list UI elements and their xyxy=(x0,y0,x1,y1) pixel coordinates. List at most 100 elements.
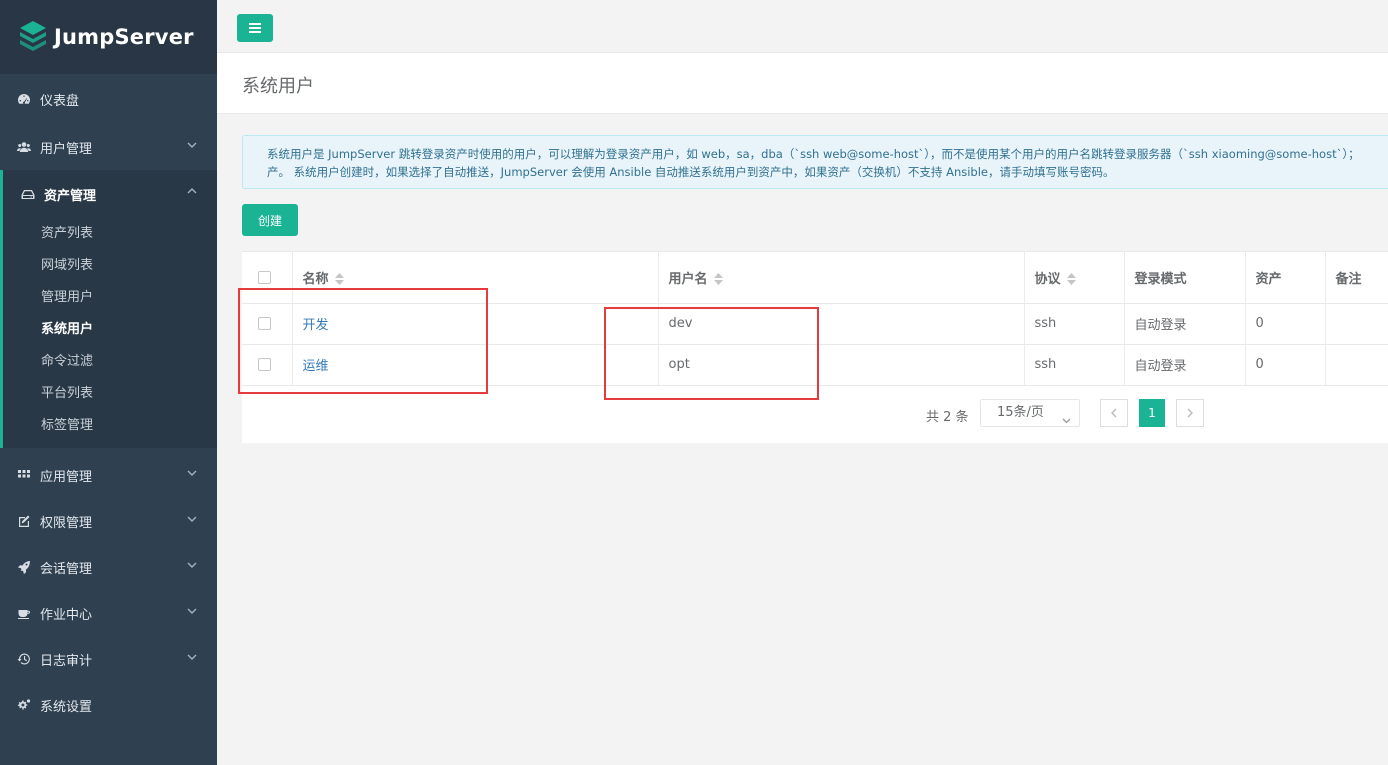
system-users-table: 名称 用户名 协议 登录模式 资产 备注 开发 dev ssh 自动登录 0 运… xyxy=(242,252,1388,386)
page-size-select[interactable]: 15条/页 xyxy=(980,399,1080,427)
sidebar-item-label: 会话管理 xyxy=(40,561,93,577)
sidebar-item-audit-logs[interactable]: 日志审计 xyxy=(0,636,217,682)
chevron-down-icon xyxy=(187,467,197,477)
chevron-down-icon xyxy=(187,559,197,569)
chevron-down-icon xyxy=(187,513,197,523)
column-header-assets: 资产 xyxy=(1245,252,1326,304)
cell-login-mode: 自动登录 xyxy=(1124,303,1246,345)
chevron-down-icon xyxy=(1062,409,1071,424)
chevron-down-icon xyxy=(187,139,197,149)
sidebar-subitem-domain-list[interactable]: 网域列表 xyxy=(3,250,217,282)
sort-icon[interactable] xyxy=(713,273,723,286)
sort-icon[interactable] xyxy=(1066,273,1076,286)
sidebar-item-label: 资产管理 xyxy=(44,188,97,204)
sidebar-subitem-label-management[interactable]: 标签管理 xyxy=(3,410,217,442)
cogs-icon xyxy=(17,698,31,712)
cell-comment xyxy=(1325,344,1388,386)
chevron-right-icon xyxy=(1187,408,1193,418)
grid-icon xyxy=(17,468,31,482)
row-select-cell xyxy=(242,303,293,345)
pagination-total: 共 2 条 xyxy=(926,410,969,425)
sidebar-item-label: 用户管理 xyxy=(40,141,93,157)
select-all-checkbox[interactable] xyxy=(258,270,271,284)
sidebar-item-applications[interactable]: 应用管理 xyxy=(0,452,217,498)
sidebar-sublist-assets: 资产列表 网域列表 管理用户 系统用户 命令过滤 平台列表 标签管理 xyxy=(3,218,217,448)
rocket-icon xyxy=(17,560,31,574)
sort-icon[interactable] xyxy=(334,273,344,286)
users-icon xyxy=(17,140,31,154)
info-text-line-2: 产。 系统用户创建时，如果选择了自动推送，JumpServer 会使用 Ansi… xyxy=(267,165,1115,179)
sidebar-item-settings[interactable]: 系统设置 xyxy=(0,682,217,728)
hdd-icon xyxy=(21,187,35,201)
sidebar-subitem-admin-users[interactable]: 管理用户 xyxy=(3,282,217,314)
cell-username: dev xyxy=(658,303,1025,345)
cell-comment xyxy=(1325,303,1388,345)
table-row: 运维 opt ssh 自动登录 0 xyxy=(242,344,1388,386)
table-row: 开发 dev ssh 自动登录 0 xyxy=(242,303,1388,345)
chevron-down-icon xyxy=(187,605,197,615)
sidebar-item-label: 系统设置 xyxy=(40,699,93,715)
top-navbar xyxy=(217,0,1388,53)
sidebar-item-users[interactable]: 用户管理 xyxy=(0,124,217,170)
column-header-comment: 备注 xyxy=(1325,252,1388,304)
cell-assets: 0 xyxy=(1245,303,1326,345)
column-header-login-mode: 登录模式 xyxy=(1124,252,1246,304)
next-page-button[interactable] xyxy=(1176,399,1204,427)
column-header-label: 用户名 xyxy=(668,271,708,287)
sidebar-item-assets[interactable]: 资产管理 xyxy=(3,170,217,218)
dashboard-icon xyxy=(17,92,31,106)
chevron-down-icon xyxy=(187,651,197,661)
cell-name: 开发 xyxy=(292,303,659,345)
pagination: 共 2 条 15条/页 1 xyxy=(242,399,1388,429)
cell-protocol: ssh xyxy=(1024,344,1125,386)
sidebar-item-label: 应用管理 xyxy=(40,469,93,485)
info-text-line-1: 系统用户是 JumpServer 跳转登录资产时使用的用户，可以理解为登录资产用… xyxy=(267,147,1360,161)
sidebar-item-dashboard[interactable]: 仪表盘 xyxy=(0,74,217,124)
sidebar-group-assets: 资产管理 资产列表 网域列表 管理用户 系统用户 命令过滤 平台列表 标签管理 xyxy=(0,170,217,448)
cell-username: opt xyxy=(658,344,1025,386)
cell-name: 运维 xyxy=(292,344,659,386)
system-user-name-link[interactable]: 开发 xyxy=(303,318,329,333)
coffee-icon xyxy=(17,606,31,620)
system-users-table-panel: 名称 用户名 协议 登录模式 资产 备注 开发 dev ssh 自动登录 0 运… xyxy=(242,251,1388,443)
logo[interactable]: JumpServer xyxy=(0,0,217,74)
page-size-value: 15条/页 xyxy=(997,405,1044,420)
sidebar-item-sessions[interactable]: 会话管理 xyxy=(0,544,217,590)
row-checkbox[interactable] xyxy=(258,358,271,371)
sidebar-subitem-command-filter[interactable]: 命令过滤 xyxy=(3,346,217,378)
sidebar-item-label: 权限管理 xyxy=(40,515,93,531)
column-header-label: 协议 xyxy=(1034,271,1061,287)
cell-assets: 0 xyxy=(1245,344,1326,386)
row-checkbox[interactable] xyxy=(258,317,271,330)
chevron-left-icon xyxy=(1111,408,1117,418)
sidebar-subitem-asset-list[interactable]: 资产列表 xyxy=(3,218,217,250)
sidebar: JumpServer 仪表盘 用户管理 资产管理 资产列表 网域列表 管理用户 … xyxy=(0,0,217,765)
prev-page-button[interactable] xyxy=(1100,399,1128,427)
hamburger-icon xyxy=(249,23,261,33)
menu-toggle-button[interactable] xyxy=(237,14,273,42)
sidebar-item-label: 仪表盘 xyxy=(40,93,80,109)
history-icon xyxy=(17,652,31,666)
info-alert: 系统用户是 JumpServer 跳转登录资产时使用的用户，可以理解为登录资产用… xyxy=(242,135,1388,189)
sidebar-item-label: 作业中心 xyxy=(40,607,93,623)
chevron-up-icon xyxy=(187,185,197,195)
select-all-cell xyxy=(242,252,293,304)
row-select-cell xyxy=(242,344,293,386)
page-title: 系统用户 xyxy=(242,76,314,97)
sidebar-subitem-platform-list[interactable]: 平台列表 xyxy=(3,378,217,410)
column-header-protocol[interactable]: 协议 xyxy=(1024,252,1125,304)
column-header-username[interactable]: 用户名 xyxy=(658,252,1025,304)
sidebar-item-label: 日志审计 xyxy=(40,653,93,669)
sidebar-subitem-system-users[interactable]: 系统用户 xyxy=(3,314,217,346)
column-header-label: 名称 xyxy=(302,271,329,287)
jumpserver-logo-icon xyxy=(20,21,46,51)
create-button[interactable]: 创建 xyxy=(242,204,298,236)
cell-login-mode: 自动登录 xyxy=(1124,344,1246,386)
system-user-name-link[interactable]: 运维 xyxy=(303,359,329,374)
sidebar-item-job-center[interactable]: 作业中心 xyxy=(0,590,217,636)
page-number-button[interactable]: 1 xyxy=(1139,399,1165,427)
column-header-name[interactable]: 名称 xyxy=(292,252,659,304)
edit-icon xyxy=(17,514,31,528)
sidebar-item-permissions[interactable]: 权限管理 xyxy=(0,498,217,544)
table-header-row: 名称 用户名 协议 登录模式 资产 备注 xyxy=(242,252,1388,304)
